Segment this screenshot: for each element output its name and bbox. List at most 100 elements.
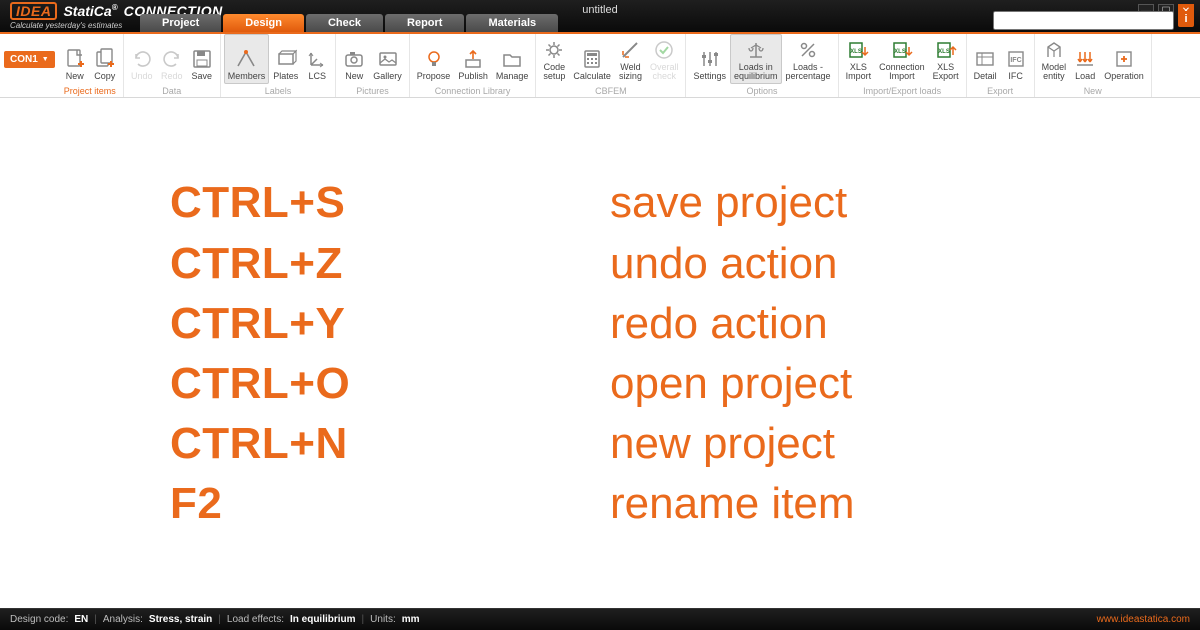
gear-icon — [543, 39, 565, 61]
redo-icon — [161, 48, 183, 70]
ribbon-xls-export[interactable]: XLS Export — [929, 34, 963, 84]
ribbon-undo: Undo — [127, 34, 157, 84]
ribbon-exp-detail[interactable]: Detail — [970, 34, 1001, 84]
ribbon-plates[interactable]: Plates — [269, 34, 302, 84]
window-tab-materials[interactable]: Materials — [466, 14, 558, 32]
shortcut-overlay: CTRL+Ssave projectCTRL+Zundo actionCTRL+… — [0, 100, 1200, 608]
detail-icon — [974, 48, 996, 70]
status-units[interactable]: mm — [402, 614, 420, 625]
ribbon-members-label: Members — [228, 72, 266, 81]
shortcut-desc: undo action — [610, 241, 1030, 287]
ribbon-xls-import-label: XLS Import — [846, 63, 872, 81]
window-tab-project[interactable]: Project — [140, 14, 221, 32]
shortcut-key: F2 — [170, 481, 490, 527]
window-tab-check[interactable]: Check — [306, 14, 383, 32]
undo-icon — [131, 48, 153, 70]
ribbon-group-import-export-loads: XLS ImportConnection ImportXLS ExportImp… — [839, 34, 967, 97]
ribbon-xls-import[interactable]: XLS Import — [842, 34, 876, 84]
ribbon-code-setup[interactable]: Code setup — [539, 34, 569, 84]
ribbon-plates-label: Plates — [273, 72, 298, 81]
status-design-code[interactable]: EN — [74, 614, 88, 625]
shortcut-desc: save project — [610, 180, 1030, 226]
chevron-down-icon: ▼ — [42, 56, 49, 63]
ribbon-pic-new[interactable]: New — [339, 34, 369, 84]
members-icon — [235, 48, 257, 70]
folder-icon — [501, 48, 523, 70]
ribbon-group-label: Data — [127, 85, 217, 97]
ribbon-group-label: Labels — [224, 85, 333, 97]
ribbon-copy-item[interactable]: Copy — [90, 34, 120, 84]
ribbon-pic-gallery[interactable]: Gallery — [369, 34, 406, 84]
sliders-icon — [699, 48, 721, 70]
help-button[interactable]: i — [1178, 11, 1194, 27]
load-arrows-icon — [1074, 48, 1096, 70]
ribbon-model-entity[interactable]: Model entity — [1038, 34, 1071, 84]
ribbon-loads-pct[interactable]: Loads - percentage — [782, 34, 835, 84]
bulb-icon — [423, 48, 445, 70]
ribbon-group-label: Connection Library — [413, 85, 533, 97]
ribbon-lib-manage[interactable]: Manage — [492, 34, 533, 84]
shortcut-desc: open project — [610, 361, 1030, 407]
ribbon-settings[interactable]: Settings — [689, 34, 730, 84]
ribbon-save[interactable]: Save — [187, 34, 217, 84]
operation-icon — [1113, 48, 1135, 70]
percent-icon — [797, 39, 819, 61]
weld-icon — [619, 39, 641, 61]
ribbon-new-load[interactable]: Load — [1070, 34, 1100, 84]
ifc-icon — [1005, 48, 1027, 70]
titlebar: IDEA StatiCa® CONNECTION Calculate yeste… — [0, 0, 1200, 34]
doc-plus-icon — [64, 48, 86, 70]
shortcut-key: CTRL+Z — [170, 241, 490, 287]
ribbon-conn-import[interactable]: Connection Import — [875, 34, 929, 84]
ribbon-lib-publish[interactable]: Publish — [454, 34, 492, 84]
ribbon-lib-propose[interactable]: Propose — [413, 34, 455, 84]
ribbon-group-new: Model entityLoadOperationNew — [1035, 34, 1152, 97]
status-load-effects-label: Load effects: — [227, 614, 284, 625]
ribbon-calculate-label: Calculate — [573, 72, 611, 81]
ribbon-loads-eq[interactable]: Loads in equilibrium — [730, 34, 782, 84]
ribbon-calculate[interactable]: Calculate — [569, 34, 615, 84]
xls-in-icon — [891, 39, 913, 61]
ribbon-exp-ifc[interactable]: IFC — [1001, 34, 1031, 84]
ribbon-copy-item-label: Copy — [94, 72, 115, 81]
ribbon-conn-import-label: Connection Import — [879, 63, 925, 81]
connection-selector-label: CON1 — [10, 54, 38, 65]
ribbon-group-labels: Members Plates LCSLabels — [221, 34, 337, 97]
ribbon-lib-manage-label: Manage — [496, 72, 529, 81]
ribbon-group-label: Options — [689, 85, 834, 97]
search-input[interactable] — [993, 11, 1174, 30]
ribbon-group-options: SettingsLoads in equilibriumLoads - perc… — [686, 34, 838, 97]
ribbon-group-label: Export — [970, 85, 1031, 97]
shortcut-key: CTRL+S — [170, 180, 490, 226]
ribbon: CON1 ▼ NewCopyProject itemsUndoRedoSaveD… — [0, 34, 1200, 98]
entity-icon — [1043, 39, 1065, 61]
ribbon-weld-sizing-label: Weld sizing — [619, 63, 642, 81]
ribbon-operation[interactable]: Operation — [1100, 34, 1148, 84]
save-icon — [191, 48, 213, 70]
ribbon-weld-sizing[interactable]: Weld sizing — [615, 34, 646, 84]
ribbon-new-item[interactable]: New — [60, 34, 90, 84]
connection-selector[interactable]: CON1 ▼ — [4, 51, 55, 68]
ribbon-redo: Redo — [157, 34, 187, 84]
ribbon-group-label: CBFEM — [539, 85, 682, 97]
ribbon-lib-publish-label: Publish — [458, 72, 488, 81]
xls-out-icon — [935, 39, 957, 61]
ribbon-exp-detail-label: Detail — [974, 72, 997, 81]
ribbon-redo-label: Redo — [161, 72, 183, 81]
window-tab-report[interactable]: Report — [385, 14, 464, 32]
logo-statica: StatiCa® — [63, 4, 117, 18]
status-load-effects[interactable]: In equilibrium — [290, 614, 356, 625]
gallery-icon — [377, 48, 399, 70]
ribbon-members[interactable]: Members — [224, 34, 270, 84]
ribbon-overall-check: Overall check — [646, 34, 683, 84]
status-website[interactable]: www.ideastatica.com — [1097, 614, 1190, 625]
ribbon-lcs[interactable]: LCS — [302, 34, 332, 84]
status-analysis[interactable]: Stress, strain — [149, 614, 212, 625]
statusbar: Design code: EN | Analysis: Stress, stra… — [0, 608, 1200, 630]
window-tab-design[interactable]: Design — [223, 14, 304, 32]
ribbon-group-label: New — [1038, 85, 1148, 97]
xls-in-icon — [847, 39, 869, 61]
ribbon-group-data: Undo Redo SaveData — [124, 34, 221, 97]
status-design-code-label: Design code: — [10, 614, 68, 625]
lcs-icon — [306, 48, 328, 70]
